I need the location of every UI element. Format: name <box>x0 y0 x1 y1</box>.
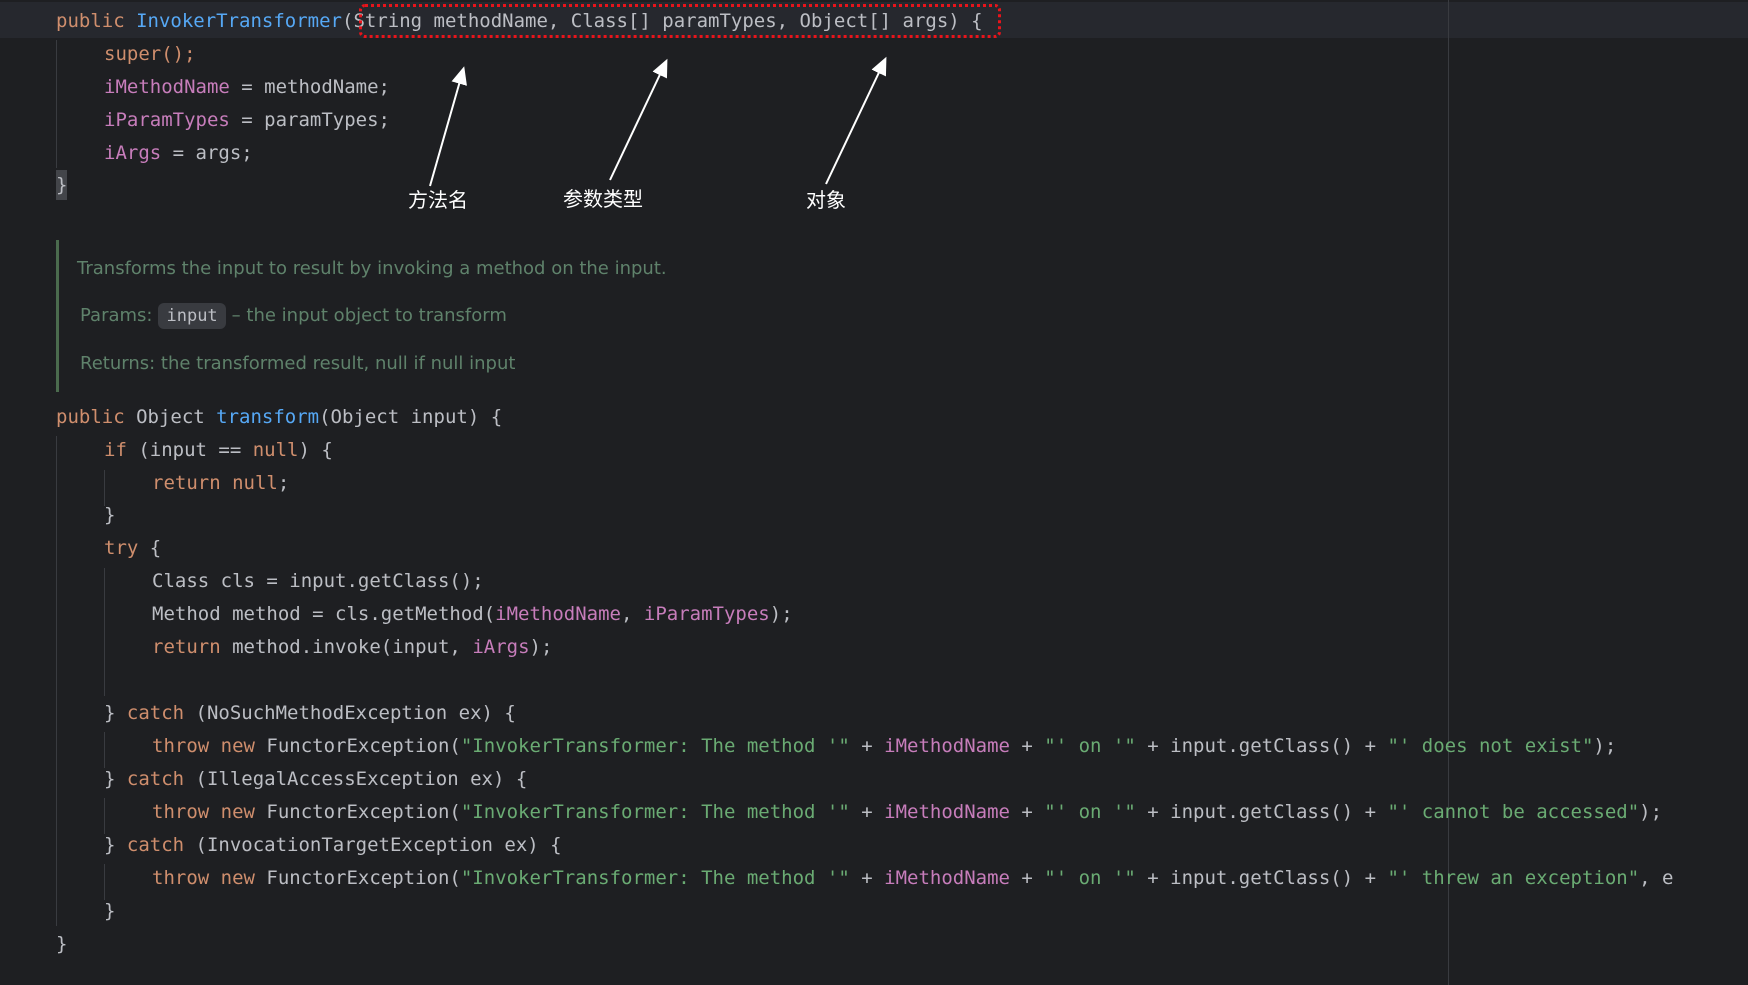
keyword: throw new <box>152 801 255 823</box>
string-literal: "' on '" <box>1044 801 1136 823</box>
doc-params: Params: input – the input object to transf… <box>80 303 507 329</box>
field-name: iMethodName <box>884 735 1010 757</box>
code-text: + <box>849 735 885 757</box>
code-text: { <box>138 537 162 559</box>
doc-summary: Transforms the input to result by invoki… <box>77 258 667 279</box>
code-text: (InvocationTargetException ex) { <box>184 834 562 856</box>
code-text: ); <box>769 603 793 625</box>
code-text: } <box>104 768 127 790</box>
code-text: Class cls = input.getClass(); <box>152 570 484 592</box>
string-literal: "' cannot be accessed" <box>1387 801 1640 823</box>
keyword: catch <box>126 834 185 856</box>
code-line[interactable]: } <box>104 897 115 925</box>
code-line[interactable]: Method method = cls.getMethod(iMethodNam… <box>152 600 793 628</box>
code-text: + <box>849 801 885 823</box>
code-line[interactable]: Class cls = input.getClass(); <box>152 567 484 595</box>
code-text: ); <box>1639 801 1663 823</box>
string-literal: "' on '" <box>1044 867 1136 889</box>
code-text: ; <box>277 472 290 494</box>
doc-returns: Returns: the transformed result, null if… <box>80 353 516 374</box>
closing-brace: } <box>104 504 116 526</box>
code-line[interactable]: return null; <box>152 469 289 497</box>
code-text: + input.getClass() + <box>1135 801 1388 823</box>
keyword: catch <box>126 702 185 724</box>
doc-param-desc: – the input object to transform <box>231 305 507 326</box>
keyword: public <box>56 406 137 428</box>
field-name: iParamTypes <box>643 603 770 625</box>
code-text: + <box>1009 867 1045 889</box>
string-literal: "InvokerTransformer: The method '" <box>460 801 850 823</box>
keyword: if <box>104 439 127 461</box>
arrow-method-name <box>429 66 467 187</box>
code-text: } <box>104 702 127 724</box>
string-literal: "' on '" <box>1044 735 1136 757</box>
string-literal: "' threw an exception" <box>1387 867 1640 889</box>
code-line[interactable]: try { <box>104 534 161 562</box>
code-text: ) { <box>298 439 333 461</box>
code-text: + <box>1009 801 1045 823</box>
keyword: return null <box>152 472 278 494</box>
keyword: return <box>152 636 221 658</box>
code-text: , e <box>1639 867 1674 889</box>
code-text: FunctorException( <box>254 735 461 757</box>
code-line[interactable]: throw new FunctorException("InvokerTrans… <box>152 798 1662 826</box>
field-name: iMethodName <box>884 801 1010 823</box>
return-type: Object <box>136 406 217 428</box>
annotation-param-types: 参数类型 <box>563 187 643 211</box>
closing-brace: } <box>56 933 68 955</box>
code-line[interactable]: } catch (InvocationTargetException ex) { <box>104 831 562 859</box>
code-line-transform-signature[interactable]: public Object transform(Object input) { <box>56 403 502 431</box>
string-literal: "InvokerTransformer: The method '" <box>460 867 850 889</box>
code-text: (IllegalAccessException ex) { <box>184 768 528 790</box>
keyword: throw new <box>152 735 255 757</box>
keyword: try <box>104 537 139 559</box>
code-text: (NoSuchMethodException ex) { <box>184 702 516 724</box>
code-text: (input == <box>126 439 253 461</box>
code-text: FunctorException( <box>254 801 461 823</box>
code-text: ); <box>1593 735 1617 757</box>
arrow-param-types <box>609 58 668 181</box>
method-name: transform <box>216 406 320 428</box>
code-line[interactable]: if (input == null) { <box>104 436 333 464</box>
code-text: , <box>621 603 644 625</box>
code-text: ); <box>529 636 553 658</box>
code-line[interactable]: } <box>104 501 115 529</box>
code-text: + input.getClass() + <box>1135 735 1388 757</box>
code-text: + <box>849 867 885 889</box>
code-text: Method method = cls.getMethod( <box>152 603 496 625</box>
code-text: + <box>1009 735 1045 757</box>
code-line[interactable]: throw new FunctorException("InvokerTrans… <box>152 864 1748 892</box>
string-literal: "' does not exist" <box>1387 735 1594 757</box>
parameter-list: (Object input) { <box>319 406 503 428</box>
doc-param-name: input <box>158 303 226 329</box>
keyword: null <box>252 439 299 461</box>
field-name: iMethodName <box>495 603 622 625</box>
annotation-object: 对象 <box>806 188 846 212</box>
doc-comment-bar <box>56 240 59 392</box>
code-text: + input.getClass() + <box>1135 867 1388 889</box>
code-line[interactable]: } catch (NoSuchMethodException ex) { <box>104 699 516 727</box>
code-line[interactable]: } <box>56 930 67 958</box>
code-line[interactable]: return method.invoke(input, iArgs); <box>152 633 552 661</box>
code-text: FunctorException( <box>254 867 461 889</box>
arrow-object <box>825 56 887 185</box>
field-name: iMethodName <box>884 867 1010 889</box>
code-line[interactable]: throw new FunctorException("InvokerTrans… <box>152 732 1616 760</box>
code-text: } <box>104 834 127 856</box>
string-literal: "InvokerTransformer: The method '" <box>460 735 850 757</box>
closing-brace: } <box>104 900 116 922</box>
code-line[interactable]: } catch (IllegalAccessException ex) { <box>104 765 527 793</box>
doc-params-label: Params: <box>80 305 153 326</box>
keyword: catch <box>126 768 185 790</box>
field-name: iArgs <box>472 636 530 658</box>
code-text: method.invoke(input, <box>220 636 473 658</box>
keyword: throw new <box>152 867 255 889</box>
annotation-method-name: 方法名 <box>408 188 468 212</box>
